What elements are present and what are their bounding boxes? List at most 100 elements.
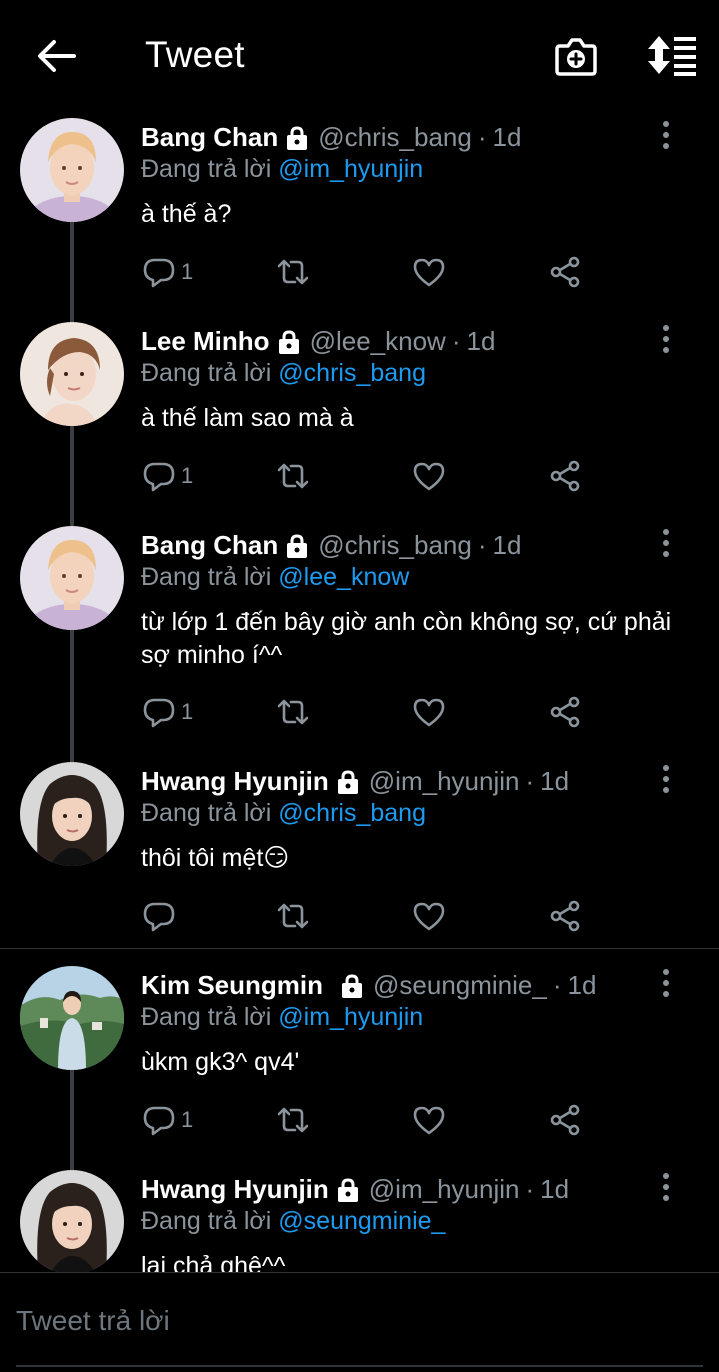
more-vertical-icon [663,325,669,353]
reply-count: 1 [181,259,194,284]
separator-dot: · [451,326,461,356]
app-header: Tweet [0,0,719,112]
tweet-header: Kim Seungmin @seungminie_ · 1d [141,970,596,1001]
replying-to: Đang trả lời @chris_bang [141,359,426,388]
heart-icon [413,462,445,491]
tweet-text: à thế làm sao mà à [141,404,354,432]
more-options-button[interactable] [655,764,677,794]
like-button[interactable] [411,692,447,732]
tweet-header: Hwang Hyunjin @im_hyunjin · 1d [141,1174,569,1205]
mention-link[interactable]: @seungminie_ [278,1207,445,1235]
more-options-button[interactable] [655,324,677,354]
reply-button[interactable]: 1 [141,456,193,496]
sort-list-icon [648,36,696,76]
retweet-button[interactable] [275,456,311,496]
input-underline [16,1365,703,1367]
share-button[interactable] [547,252,583,292]
back-button[interactable] [34,36,78,76]
author-handle: @lee_know [309,326,446,356]
share-button[interactable] [547,896,583,936]
author-name[interactable]: Hwang Hyunjin [141,766,329,797]
retweet-button[interactable] [275,896,311,936]
more-vertical-icon [663,765,669,793]
retweet-button[interactable] [275,692,311,732]
tweet[interactable]: Hwang Hyunjin @im_hyunjin · 1d Đang trả … [0,762,719,948]
like-button[interactable] [411,1100,447,1140]
reply-button[interactable] [141,896,181,936]
timestamp: 1d [492,530,522,560]
author-name[interactable]: Bang Chan [141,530,278,561]
reply-button[interactable]: 1 [141,692,193,732]
tweet[interactable]: Bang Chan @chris_bang · 1d Đang trả lời … [0,118,719,318]
avatar[interactable] [20,966,124,1070]
retweet-button[interactable] [275,1100,311,1140]
retweet-button[interactable] [275,252,311,292]
share-button[interactable] [547,1100,583,1140]
separator-dot: · [477,530,487,560]
replying-to: Đang trả lời @seungminie_ [141,1207,445,1236]
tweet-header: Hwang Hyunjin @im_hyunjin · 1d [141,766,569,797]
like-button[interactable] [411,896,447,936]
share-button[interactable] [547,692,583,732]
tweet-actions: 1 [141,1100,601,1140]
separator-dot: · [552,970,562,1000]
share-button[interactable] [547,456,583,496]
lock-icon [335,1177,361,1203]
sort-button[interactable] [644,34,698,76]
mention-link[interactable]: @chris_bang [278,799,426,827]
retweet-icon [277,1107,309,1133]
replying-label: Đang trả lời [141,563,272,591]
like-button[interactable] [411,252,447,292]
reply-input[interactable] [16,1299,696,1343]
avatar[interactable] [20,322,124,426]
tweet[interactable]: Lee Minho @lee_know · 1d Đang trả lời @c… [0,322,719,522]
author-name[interactable]: Kim Seungmin [141,970,323,1001]
tweet[interactable]: Kim Seungmin @seungminie_ · 1d Đang trả … [0,966,719,1166]
like-button[interactable] [411,456,447,496]
avatar[interactable] [20,1170,124,1272]
camera-button[interactable] [554,34,598,78]
tweet-header: Lee Minho @lee_know · 1d [141,326,495,357]
more-options-button[interactable] [655,120,677,150]
tweet-text: lại chả ghê^^ [141,1252,286,1272]
heart-icon [413,902,445,931]
retweet-icon [277,903,309,929]
author-name[interactable]: Hwang Hyunjin [141,1174,329,1205]
replying-to: Đang trả lời @im_hyunjin [141,155,423,184]
more-vertical-icon [663,969,669,997]
reply-icon [143,1106,175,1136]
replying-label: Đang trả lời [141,1207,272,1235]
more-vertical-icon [663,1173,669,1201]
timestamp: 1d [540,766,570,796]
reply-icon [143,902,175,932]
page-title: Tweet [145,34,245,75]
replying-label: Đang trả lời [141,1003,272,1031]
replying-to: Đang trả lời @chris_bang [141,799,426,828]
tweet[interactable]: Bang Chan @chris_bang · 1d Đang trả lời … [0,526,719,762]
reply-count: 1 [181,463,194,488]
avatar[interactable] [20,762,124,866]
reply-button[interactable]: 1 [141,252,193,292]
reply-button[interactable]: 1 [141,1100,193,1140]
author-handle: @chris_bang [318,530,472,560]
more-options-button[interactable] [655,528,677,558]
tweet[interactable]: Hwang Hyunjin @im_hyunjin · 1d Đang trả … [0,1170,719,1272]
mention-link[interactable]: @im_hyunjin [278,1003,423,1031]
retweet-icon [277,259,309,285]
mention-link[interactable]: @im_hyunjin [278,155,423,183]
author-name[interactable]: Lee Minho [141,326,270,357]
more-vertical-icon [663,529,669,557]
more-options-button[interactable] [655,968,677,998]
avatar[interactable] [20,118,124,222]
author-name[interactable]: Bang Chan [141,122,278,153]
tweet-actions: 1 [141,692,601,732]
arrow-left-icon [38,40,76,72]
mention-link[interactable]: @lee_know [278,563,409,591]
more-options-button[interactable] [655,1172,677,1202]
mention-link[interactable]: @chris_bang [278,359,426,387]
separator-dot: · [525,766,535,796]
tweet-text: thôi tôi mệt😏 [141,844,290,872]
replying-label: Đang trả lời [141,155,272,183]
tweet-actions [141,896,601,936]
avatar[interactable] [20,526,124,630]
